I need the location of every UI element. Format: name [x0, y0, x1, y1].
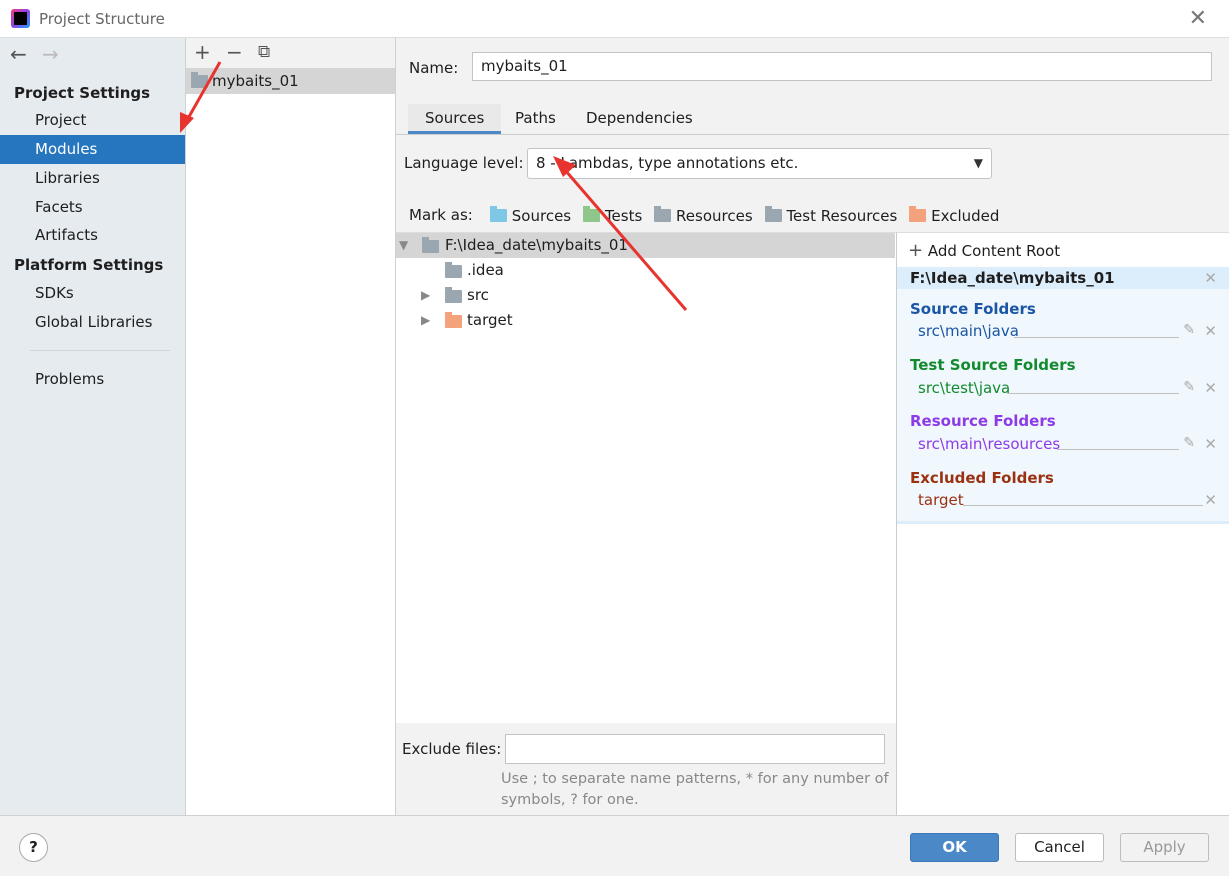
annotation-arrows: [180, 61, 688, 311]
